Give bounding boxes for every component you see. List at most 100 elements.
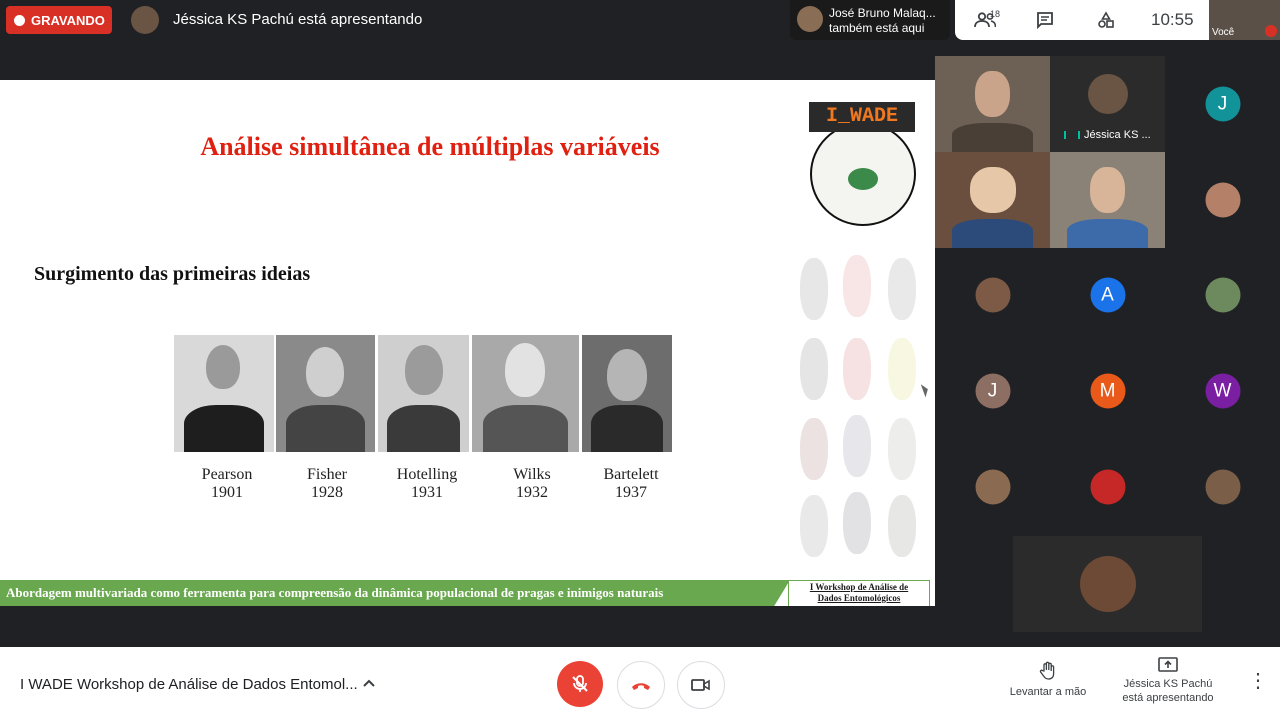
top-panel: 18 10:55	[955, 0, 1209, 40]
meeting-title[interactable]: I WADE Workshop de Análise de Dados Ento…	[20, 676, 358, 693]
raise-hand-label: Levantar a mão	[1009, 686, 1087, 698]
scientist-caption: Bartelett 1937	[581, 466, 681, 502]
beetle-watermark-icon	[888, 258, 916, 320]
scientist-caption: Hotelling 1931	[377, 466, 477, 502]
beetle-watermark-icon	[843, 255, 871, 317]
scientist-year: 1932	[516, 484, 548, 501]
scientist-year: 1931	[411, 484, 443, 501]
scientist-name: Wilks	[513, 466, 551, 483]
beetle-watermark-icon	[888, 338, 916, 400]
participant-tile[interactable]: J	[1165, 56, 1280, 152]
also-here-notice[interactable]: José Bruno Malaq... também está aqui	[790, 0, 950, 40]
activities-icon[interactable]	[1094, 8, 1118, 32]
participant-tile[interactable]: A	[1050, 247, 1165, 343]
scientist-name: Fisher	[307, 466, 347, 483]
bottom-toolbar: I WADE Workshop de Análise de Dados Ento…	[0, 647, 1280, 720]
participant-tile[interactable]	[1050, 439, 1165, 535]
participant-tile[interactable]	[935, 152, 1050, 248]
portrait-photo	[472, 335, 579, 452]
participant-tile[interactable]	[1165, 439, 1280, 535]
participant-tile[interactable]	[935, 56, 1050, 152]
portrait-photo	[378, 335, 469, 452]
beetle-watermark-icon	[888, 418, 916, 480]
scientist-year: 1937	[615, 484, 647, 501]
beetle-watermark-icon	[800, 495, 828, 557]
chat-icon[interactable]	[1033, 8, 1057, 32]
scientist-year: 1928	[311, 484, 343, 501]
participant-tile[interactable]	[1013, 536, 1202, 632]
scientist-name: Pearson	[201, 466, 253, 483]
raise-hand-button[interactable]: Levantar a mão	[1002, 661, 1094, 698]
logo-circle	[810, 122, 916, 226]
portrait-photo	[276, 335, 375, 452]
chevron-up-icon[interactable]	[362, 675, 376, 691]
self-video-tile[interactable]: Você	[1209, 0, 1280, 40]
also-here-name: José Bruno Malaq...	[829, 6, 936, 20]
participant-tile[interactable]	[935, 439, 1050, 535]
participant-avatar	[1205, 277, 1240, 313]
phone-hangup-icon	[632, 683, 650, 690]
participant-tile[interactable]	[1165, 247, 1280, 343]
participant-avatar: J	[975, 373, 1010, 409]
present-label-line2: está apresentando	[1122, 692, 1214, 704]
beetle-watermark-icon	[800, 338, 828, 400]
portrait-photo	[174, 335, 274, 452]
people-count: 18	[990, 9, 1001, 19]
present-button[interactable]: Jéssica KS Pachú está apresentando	[1112, 657, 1224, 705]
record-dot-icon	[14, 14, 25, 26]
beetle-icon	[848, 168, 878, 190]
beetle-watermark-icon	[843, 415, 871, 477]
scientist-name: Bartelett	[603, 466, 659, 483]
participant-avatar	[975, 277, 1010, 313]
slide-title: Análise simultânea de múltiplas variávei…	[200, 132, 660, 161]
beetle-watermark-icon	[800, 258, 828, 320]
participant-avatar	[1090, 469, 1125, 505]
banner-tag: I Workshop de Análise de Dados Entomológ…	[788, 580, 930, 606]
participant-avatar: M	[1090, 373, 1125, 409]
participant-tile[interactable]: W	[1165, 343, 1280, 439]
scientist-caption: Pearson 1901	[177, 466, 277, 502]
participant-avatar	[975, 469, 1010, 505]
participant-tile[interactable]: J	[935, 343, 1050, 439]
participant-avatar: A	[1090, 277, 1125, 313]
participant-tile[interactable]: M	[1050, 343, 1165, 439]
self-label: Você	[1212, 27, 1235, 38]
hang-up-button[interactable]	[617, 661, 665, 709]
recording-label: GRAVANDO	[31, 12, 105, 28]
present-label-line1: Jéssica KS Pachú	[1123, 678, 1213, 690]
mic-toggle-button[interactable]	[557, 661, 603, 707]
logo-text: I_WADE	[809, 102, 915, 132]
also-here-status: também está aqui	[829, 21, 925, 35]
participant-avatar	[1087, 74, 1128, 115]
participant-avatar	[1205, 182, 1240, 218]
speaking-indicator-icon	[1064, 131, 1080, 139]
more-options-icon[interactable]: ⋮	[1248, 671, 1268, 693]
slide-banner: Abordagem multivariada como ferramenta p…	[0, 580, 935, 606]
participant-tile[interactable]	[1165, 152, 1280, 248]
also-here-avatar	[797, 6, 823, 32]
participant-avatar	[1205, 469, 1240, 505]
camera-icon	[691, 679, 710, 691]
portrait-photo	[582, 335, 672, 452]
participant-name: Jéssica KS ...	[1084, 129, 1151, 141]
participant-tile[interactable]	[935, 247, 1050, 343]
beetle-watermark-icon	[843, 338, 871, 400]
beetle-watermark-icon	[800, 418, 828, 480]
banner-tag-line1: I Workshop de Análise de	[809, 582, 909, 592]
participant-tile[interactable]	[1050, 152, 1165, 248]
mic-off-icon	[572, 675, 588, 692]
participant-avatar: J	[1205, 86, 1240, 122]
scientist-name: Hotelling	[396, 466, 458, 483]
scientist-caption: Wilks 1932	[482, 466, 582, 502]
beetle-watermark-icon	[888, 495, 916, 557]
banner-text: Abordagem multivariada como ferramenta p…	[6, 585, 664, 600]
participant-avatar: W	[1205, 373, 1240, 409]
scientist-caption: Fisher 1928	[277, 466, 377, 502]
present-screen-icon	[1112, 657, 1224, 677]
camera-toggle-button[interactable]	[677, 661, 725, 709]
presenting-status: Jéssica KS Pachú está apresentando	[173, 11, 423, 28]
participant-tile-speaking[interactable]: Jéssica KS ...	[1050, 56, 1165, 155]
clock: 10:55	[1151, 10, 1194, 29]
scientist-year: 1901	[211, 484, 243, 501]
presenter-avatar	[131, 6, 159, 34]
